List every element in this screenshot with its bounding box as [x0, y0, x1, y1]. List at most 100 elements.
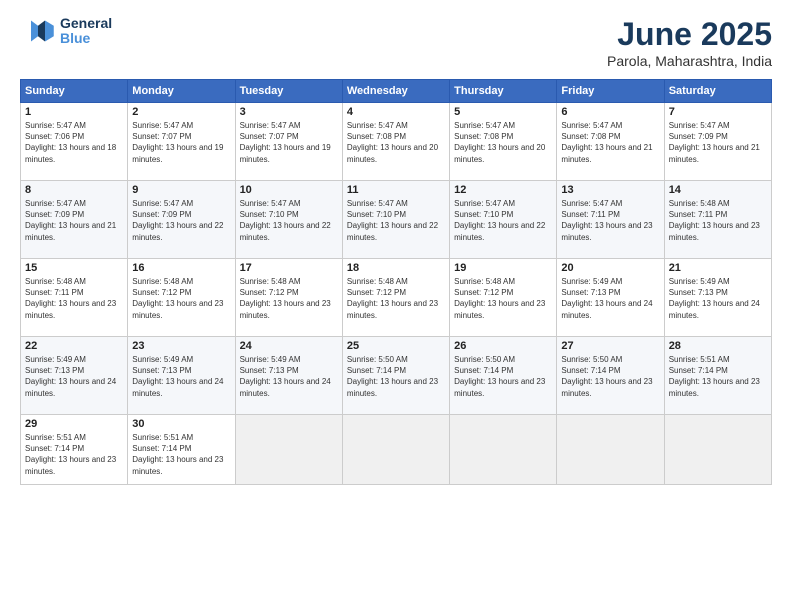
day-number: 28 — [669, 340, 767, 352]
day-number: 24 — [240, 340, 338, 352]
calendar-cell: 2 Sunrise: 5:47 AMSunset: 7:07 PMDaylight… — [128, 103, 235, 181]
calendar-cell: 17 Sunrise: 5:48 AMSunset: 7:12 PMDayligh… — [235, 259, 342, 337]
day-number: 20 — [561, 262, 659, 274]
day-number: 4 — [347, 106, 445, 118]
calendar-cell: 14 Sunrise: 5:48 AMSunset: 7:11 PMDayligh… — [664, 181, 771, 259]
weekday-header-monday: Monday — [128, 80, 235, 103]
day-info: Sunrise: 5:47 AMSunset: 7:11 PMDaylight:… — [561, 198, 659, 243]
day-info: Sunrise: 5:49 AMSunset: 7:13 PMDaylight:… — [132, 354, 230, 399]
day-info: Sunrise: 5:47 AMSunset: 7:08 PMDaylight:… — [347, 120, 445, 165]
calendar-cell: 9Sunrise: 5:47 AMSunset: 7:09 PMDaylight… — [128, 181, 235, 259]
day-number: 17 — [240, 262, 338, 274]
location: Parola, Maharashtra, India — [607, 53, 772, 69]
calendar-cell: 10 Sunrise: 5:47 AMSunset: 7:10 PMDayligh… — [235, 181, 342, 259]
calendar-cell: 22 Sunrise: 5:49 AMSunset: 7:13 PMDayligh… — [21, 337, 128, 415]
day-number: 27 — [561, 340, 659, 352]
day-number: 23 — [132, 340, 230, 352]
title-block: June 2025 Parola, Maharashtra, India — [607, 16, 772, 69]
day-info: Sunrise: 5:49 AMSunset: 7:13 PMDaylight:… — [669, 276, 767, 321]
day-info: Sunrise: 5:47 AMSunset: 7:10 PMDaylight:… — [240, 198, 338, 243]
calendar-cell: 21Sunrise: 5:49 AMSunset: 7:13 PMDayligh… — [664, 259, 771, 337]
day-number: 30 — [132, 418, 230, 430]
day-info: Sunrise: 5:48 AMSunset: 7:11 PMDaylight:… — [669, 198, 767, 243]
weekday-header-thursday: Thursday — [450, 80, 557, 103]
day-number: 22 — [25, 340, 123, 352]
day-info: Sunrise: 5:47 AMSunset: 7:07 PMDaylight:… — [240, 120, 338, 165]
calendar-cell: 19 Sunrise: 5:48 AMSunset: 7:12 PMDayligh… — [450, 259, 557, 337]
calendar-cell — [557, 415, 664, 485]
weekday-header-sunday: Sunday — [21, 80, 128, 103]
calendar-cell: 12Sunrise: 5:47 AMSunset: 7:10 PMDayligh… — [450, 181, 557, 259]
calendar-cell: 5 Sunrise: 5:47 AMSunset: 7:08 PMDaylight… — [450, 103, 557, 181]
day-info: Sunrise: 5:48 AMSunset: 7:12 PMDaylight:… — [347, 276, 445, 321]
calendar-cell: 3 Sunrise: 5:47 AMSunset: 7:07 PMDaylight… — [235, 103, 342, 181]
day-number: 25 — [347, 340, 445, 352]
day-info: Sunrise: 5:47 AMSunset: 7:07 PMDaylight:… — [132, 120, 230, 165]
day-info: Sunrise: 5:47 AMSunset: 7:09 PMDaylight:… — [25, 198, 123, 243]
day-number: 19 — [454, 262, 552, 274]
day-info: Sunrise: 5:47 AMSunset: 7:09 PMDaylight:… — [669, 120, 767, 165]
day-info: Sunrise: 5:51 AMSunset: 7:14 PMDaylight:… — [25, 432, 123, 477]
day-info: Sunrise: 5:48 AMSunset: 7:12 PMDaylight:… — [132, 276, 230, 321]
calendar-cell — [664, 415, 771, 485]
day-info: Sunrise: 5:50 AMSunset: 7:14 PMDaylight:… — [561, 354, 659, 399]
calendar-cell: 28 Sunrise: 5:51 AMSunset: 7:14 PMDayligh… — [664, 337, 771, 415]
day-number: 14 — [669, 184, 767, 196]
day-number: 15 — [25, 262, 123, 274]
logo-blue: Blue — [60, 31, 112, 46]
day-number: 6 — [561, 106, 659, 118]
calendar-cell: 16 Sunrise: 5:48 AMSunset: 7:12 PMDayligh… — [128, 259, 235, 337]
day-info: Sunrise: 5:47 AMSunset: 7:06 PMDaylight:… — [25, 120, 123, 165]
weekday-header-friday: Friday — [557, 80, 664, 103]
day-number: 16 — [132, 262, 230, 274]
header: General Blue June 2025 Parola, Maharasht… — [20, 16, 772, 69]
calendar-cell: 30Sunrise: 5:51 AMSunset: 7:14 PMDayligh… — [128, 415, 235, 485]
weekday-header-wednesday: Wednesday — [342, 80, 449, 103]
logo: General Blue — [20, 16, 112, 47]
calendar-cell: 1 Sunrise: 5:47 AMSunset: 7:06 PMDaylight… — [21, 103, 128, 181]
calendar-table: SundayMondayTuesdayWednesdayThursdayFrid… — [20, 79, 772, 485]
day-number: 2 — [132, 106, 230, 118]
day-info: Sunrise: 5:49 AMSunset: 7:13 PMDaylight:… — [25, 354, 123, 399]
day-number: 11 — [347, 184, 445, 196]
day-info: Sunrise: 5:50 AMSunset: 7:14 PMDaylight:… — [347, 354, 445, 399]
day-info: Sunrise: 5:49 AMSunset: 7:13 PMDaylight:… — [240, 354, 338, 399]
calendar-cell: 26 Sunrise: 5:50 AMSunset: 7:14 PMDayligh… — [450, 337, 557, 415]
weekday-header-row: SundayMondayTuesdayWednesdayThursdayFrid… — [21, 80, 772, 103]
week-row-3: 15 Sunrise: 5:48 AMSunset: 7:11 PMDayligh… — [21, 259, 772, 337]
day-number: 5 — [454, 106, 552, 118]
day-number: 29 — [25, 418, 123, 430]
day-info: Sunrise: 5:49 AMSunset: 7:13 PMDaylight:… — [561, 276, 659, 321]
day-number: 10 — [240, 184, 338, 196]
day-number: 8 — [25, 184, 123, 196]
day-info: Sunrise: 5:48 AMSunset: 7:12 PMDaylight:… — [240, 276, 338, 321]
day-info: Sunrise: 5:47 AMSunset: 7:10 PMDaylight:… — [347, 198, 445, 243]
day-number: 9 — [132, 184, 230, 196]
day-info: Sunrise: 5:51 AMSunset: 7:14 PMDaylight:… — [669, 354, 767, 399]
page: General Blue June 2025 Parola, Maharasht… — [0, 0, 792, 612]
day-info: Sunrise: 5:47 AMSunset: 7:08 PMDaylight:… — [454, 120, 552, 165]
day-number: 7 — [669, 106, 767, 118]
day-number: 1 — [25, 106, 123, 118]
day-info: Sunrise: 5:48 AMSunset: 7:12 PMDaylight:… — [454, 276, 552, 321]
day-number: 12 — [454, 184, 552, 196]
calendar-cell: 24 Sunrise: 5:49 AMSunset: 7:13 PMDayligh… — [235, 337, 342, 415]
week-row-5: 29 Sunrise: 5:51 AMSunset: 7:14 PMDayligh… — [21, 415, 772, 485]
weekday-header-tuesday: Tuesday — [235, 80, 342, 103]
calendar-cell: 23 Sunrise: 5:49 AMSunset: 7:13 PMDayligh… — [128, 337, 235, 415]
calendar-cell: 25 Sunrise: 5:50 AMSunset: 7:14 PMDayligh… — [342, 337, 449, 415]
calendar-cell — [342, 415, 449, 485]
calendar-cell: 7 Sunrise: 5:47 AMSunset: 7:09 PMDaylight… — [664, 103, 771, 181]
calendar-cell: 8 Sunrise: 5:47 AMSunset: 7:09 PMDaylight… — [21, 181, 128, 259]
calendar-cell — [450, 415, 557, 485]
calendar-cell: 13Sunrise: 5:47 AMSunset: 7:11 PMDayligh… — [557, 181, 664, 259]
day-number: 26 — [454, 340, 552, 352]
day-number: 3 — [240, 106, 338, 118]
day-info: Sunrise: 5:47 AMSunset: 7:08 PMDaylight:… — [561, 120, 659, 165]
day-info: Sunrise: 5:48 AMSunset: 7:11 PMDaylight:… — [25, 276, 123, 321]
day-info: Sunrise: 5:50 AMSunset: 7:14 PMDaylight:… — [454, 354, 552, 399]
logo-general: General — [60, 16, 112, 31]
calendar-cell: 27 Sunrise: 5:50 AMSunset: 7:14 PMDayligh… — [557, 337, 664, 415]
week-row-1: 1 Sunrise: 5:47 AMSunset: 7:06 PMDaylight… — [21, 103, 772, 181]
calendar-cell: 4 Sunrise: 5:47 AMSunset: 7:08 PMDaylight… — [342, 103, 449, 181]
